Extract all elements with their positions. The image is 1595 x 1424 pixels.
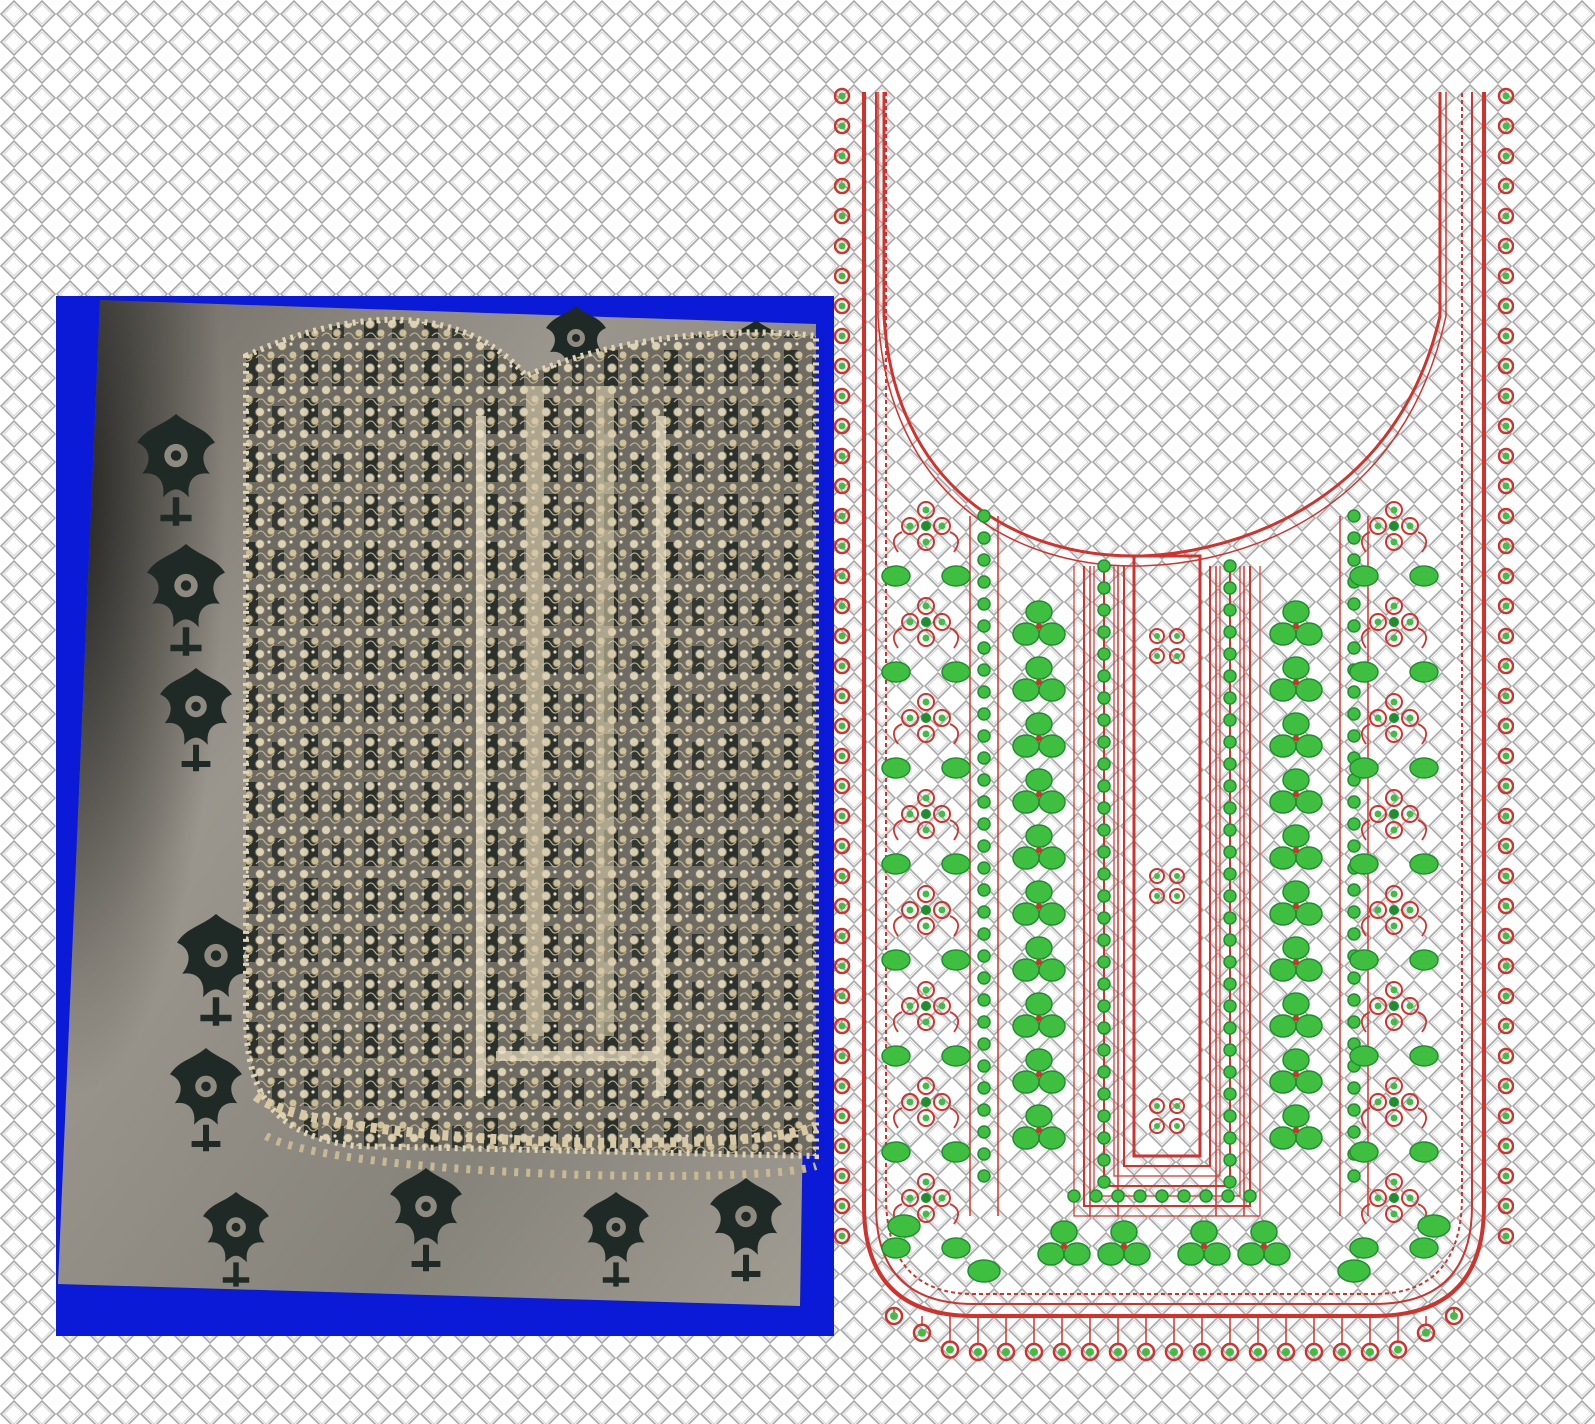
embroidered-fabric-photo	[56, 296, 834, 1336]
neckline-embroidery-pattern	[833, 87, 1515, 1362]
fabric-photo	[56, 296, 834, 1336]
embroidery-design	[833, 86, 1515, 1382]
sequin-yoke	[243, 316, 819, 1180]
